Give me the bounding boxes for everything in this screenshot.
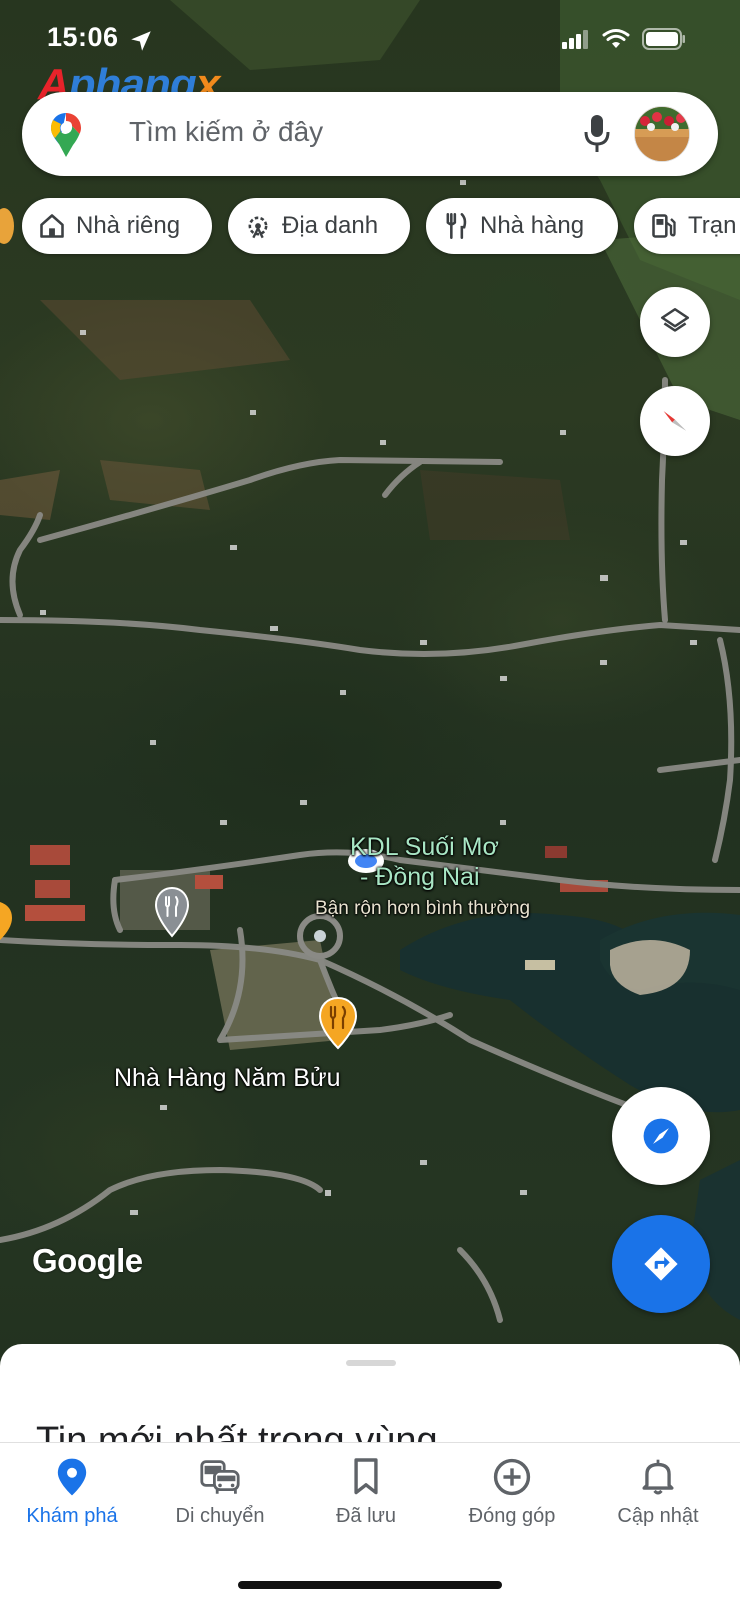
place-status-label: Bận rộn hơn bình thường	[315, 898, 531, 919]
fork-knife-icon	[446, 213, 467, 239]
nav-contribute-label: Đóng góp	[468, 1505, 556, 1527]
restaurant-label-nam-buu[interactable]: Nhà Hàng Năm Bửu	[114, 1064, 341, 1093]
category-chips: Nhà riêng Địa danh Nhà hàng Trạn	[0, 198, 740, 254]
sheet-drag-handle[interactable]	[346, 1360, 396, 1366]
chip-restaurant-label: Nhà hàng	[480, 212, 585, 239]
bell-icon	[642, 1459, 674, 1495]
chip-gas-station[interactable]: Trạn	[634, 198, 740, 254]
place-label-suoi-mo[interactable]: KDL Suối Mơ - Đồng Nai	[350, 832, 499, 892]
compass-needle-icon	[663, 411, 687, 431]
layers-icon	[660, 307, 690, 332]
place-label-line1: KDL Suối Mơ	[350, 833, 499, 861]
bottom-navigation: Khám phá Di chuyển Đã lưu Đóng góp Cập n…	[0, 1442, 740, 1600]
avatar[interactable]	[634, 106, 690, 162]
nav-saved-label: Đã lưu	[335, 1505, 397, 1527]
gas-station-icon	[652, 214, 676, 238]
bookmark-icon	[354, 1458, 378, 1495]
status-icons	[562, 28, 686, 50]
nav-contribute[interactable]: Đóng góp	[438, 1457, 586, 1528]
nav-commute-label: Di chuyển	[175, 1505, 265, 1527]
layers-button[interactable]	[640, 287, 710, 357]
chip-gas-label: Trạn	[688, 212, 737, 239]
directions-icon	[644, 1247, 678, 1281]
home-icon	[40, 214, 64, 238]
nav-updates[interactable]: Cập nhật	[584, 1457, 732, 1528]
status-time: 15:06	[47, 22, 119, 52]
add-circle-icon	[493, 1458, 531, 1496]
commute-icon	[200, 1460, 240, 1494]
nav-commute[interactable]: Di chuyển	[146, 1457, 294, 1528]
sheet-title: Tin mới nhất trong vùng	[36, 1420, 438, 1444]
chip-home-label: Nhà riêng	[76, 212, 181, 239]
bottom-sheet[interactable]: Tin mới nhất trong vùng	[0, 1344, 740, 1444]
search-bar[interactable]: Tìm kiếm ở đây	[22, 92, 718, 176]
battery-icon	[642, 28, 685, 50]
restaurant-pin-gray[interactable]	[154, 886, 190, 940]
partial-pin-left[interactable]	[0, 898, 14, 942]
restaurant-pin-orange[interactable]	[318, 996, 358, 1052]
directions-button[interactable]	[612, 1215, 710, 1313]
chip-landmark-label: Địa danh	[282, 212, 379, 239]
google-maps-pin-icon	[51, 113, 81, 157]
nav-updates-label: Cập nhật	[617, 1505, 699, 1527]
nav-explore-label: Khám phá	[26, 1505, 118, 1527]
google-attribution: Google	[32, 1242, 143, 1279]
chip-restaurant[interactable]: Nhà hàng	[426, 198, 618, 254]
my-location-button[interactable]	[612, 1087, 710, 1185]
wifi-icon	[602, 29, 630, 48]
avatar-image	[635, 107, 689, 161]
nav-explore[interactable]: Khám phá	[0, 1457, 146, 1528]
chip-landmark[interactable]: Địa danh	[228, 198, 410, 254]
explore-pin-icon	[57, 1458, 87, 1496]
navigation-compass-icon	[643, 1118, 679, 1154]
landmark-icon	[248, 216, 268, 239]
compass-button[interactable]	[640, 386, 710, 456]
home-indicator[interactable]	[238, 1581, 502, 1589]
search-input[interactable]: Tìm kiếm ở đây	[129, 116, 323, 148]
microphone-icon[interactable]	[582, 112, 612, 156]
location-arrow-icon	[131, 31, 151, 51]
partial-chip-left[interactable]	[0, 208, 14, 244]
signal-icon	[562, 30, 588, 49]
nav-saved[interactable]: Đã lưu	[292, 1457, 440, 1528]
place-label-line2: - Đồng Nai	[360, 863, 480, 891]
chip-home[interactable]: Nhà riêng	[22, 198, 212, 254]
